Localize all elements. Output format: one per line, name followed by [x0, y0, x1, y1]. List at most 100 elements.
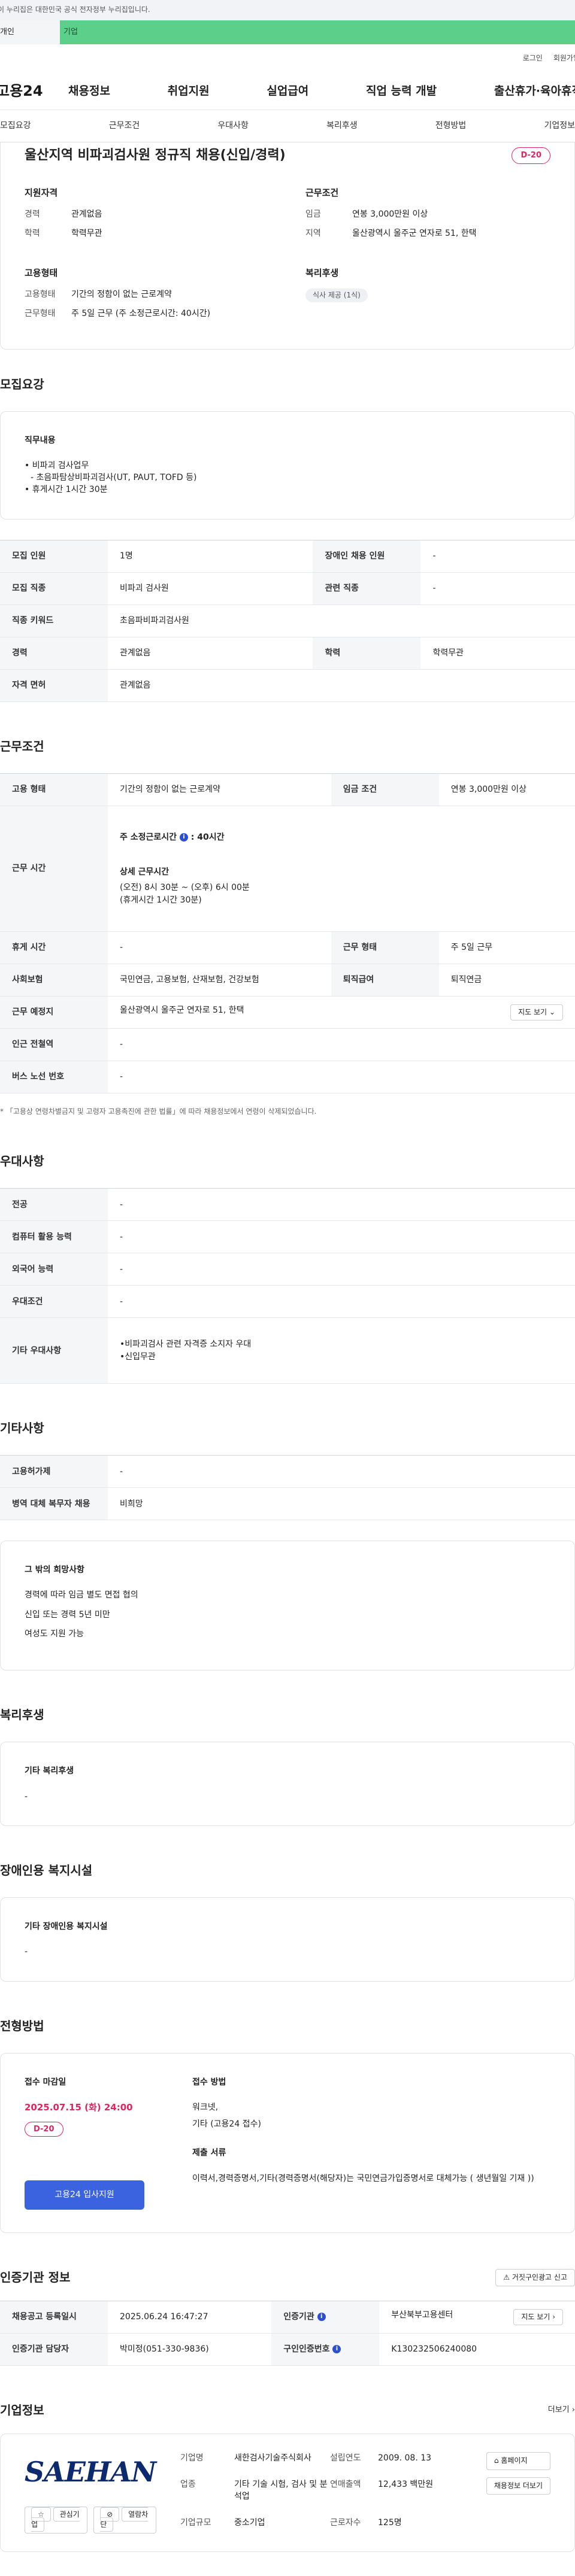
cond-value: 울산광역시 울주군 연자로 51, 한택 [352, 228, 477, 238]
business-tab-label: 기업 [63, 27, 78, 37]
pref-etc-line: •신입무관 [120, 1351, 156, 1362]
cell-value: - [108, 1220, 575, 1254]
section-title: 인증기관 정보 [0, 2270, 71, 2285]
info-icon[interactable]: i [179, 833, 188, 842]
login-link[interactable]: 로그인 [523, 53, 543, 63]
cell-key: 고용허가제 [0, 1455, 108, 1489]
cond-key: 지역 [305, 228, 321, 238]
site-logo[interactable]: 고용24 [0, 81, 68, 102]
work-time-detail: (오전) 8시 30분 ~ (오후) 6시 00분 [120, 883, 250, 893]
cell-value: 관계없음 [108, 637, 313, 670]
gnb-item-jobs[interactable]: 채용정보 [68, 83, 110, 100]
gnb-item-leave[interactable]: 출산휴가·육아휴직 [494, 83, 575, 100]
duty-title: 직무내용 [25, 435, 56, 445]
cell-value: 주 5일 근무 [438, 931, 575, 964]
method-title: 접수 방법 [192, 2077, 226, 2087]
org-cell: 부산북부고용센터 지도 보기 › [379, 2301, 575, 2334]
favorite-company-button[interactable]: ☆ 관심기업 [25, 2506, 88, 2534]
table-row: 우대조건 - [0, 1285, 575, 1319]
cell-value: 연봉 3,000만원 이상 [438, 773, 575, 806]
table-row: 채용공고 등록일시 2025.06.24 16:47:27 인증기관 i 부산북부… [0, 2301, 575, 2334]
table-row: 고용허가제 - [0, 1455, 575, 1489]
info-icon[interactable]: i [332, 2345, 341, 2354]
table-row: 컴퓨터 활용 능력 - [0, 1220, 575, 1254]
cell-key: 자격 면허 [0, 669, 108, 702]
company-jobs-button[interactable]: 채용정보 더보기 [486, 2477, 550, 2495]
info-icon[interactable]: i [317, 2313, 326, 2322]
emp-key: 근무형태 [25, 309, 56, 319]
agency-map-button[interactable]: 지도 보기 › [513, 2308, 563, 2326]
num-key-label: 구인인증번호 [283, 2344, 330, 2355]
recruit-table: 모집 인원 1명 장애인 채용 인원 - 모집 직종 비파괴 검사원 관련 직종 - 직… [0, 539, 575, 702]
map-button[interactable]: 지도 보기 ⌄ [510, 1004, 563, 1020]
welfare-title: 복리후생 [305, 268, 339, 279]
recruit-section: 모집요강 직무내용 • 비파괴 검사업무 - 초음파탐상비파괴검사(UT, PA… [0, 376, 575, 702]
tab-work[interactable]: 근무조건 [109, 120, 140, 132]
table-row: 병역 대체 복무자 채용 비희망 [0, 1487, 575, 1521]
block-company-button[interactable]: ⊘ 열람차단 [93, 2506, 156, 2534]
cell-key: 휴게 시간 [0, 931, 108, 964]
cell-value: - [108, 1285, 575, 1319]
org-value: 부산북부고용센터 [391, 2310, 453, 2320]
personal-tab[interactable]: 개인 [0, 20, 60, 44]
cell-value: 학력무관 [420, 637, 575, 670]
cond-key: 임금 [305, 209, 321, 219]
business-tab[interactable]: 기업 [60, 20, 575, 44]
signup-link[interactable]: 회원가입 [553, 53, 575, 63]
tab-recruit[interactable]: 모집요강 [0, 120, 31, 132]
cell-key: 학력 [313, 637, 421, 670]
qual-key: 경력 [25, 209, 40, 219]
gnb-item-unemployment[interactable]: 실업급여 [267, 83, 308, 100]
deadline-title: 접수 마감일 [25, 2077, 66, 2087]
table-row: 경력 관계없음 학력 학력무관 [0, 637, 575, 670]
table-row: 직종 키워드 초음파비파괴검사원 [0, 604, 575, 637]
table-row: 사회보험 국민연금, 고용보험, 산재보험, 건강보험 퇴직급여 퇴직연금 [0, 964, 575, 997]
cell-value: - [108, 931, 331, 964]
cell-value: - [108, 1061, 575, 1093]
gnb-menu: 채용정보 취업지원 실업급여 직업 능력 개발 출산휴가·육아휴직 [68, 83, 575, 100]
company-details: 기업명 새한검사기술주식회사 설립연도 2009. 08. 13 업종 기타 기술 시… [180, 2452, 462, 2533]
location-cell: 울산광역시 울주군 연자로 51, 한택 지도 보기 ⌄ [108, 996, 575, 1029]
apply-button[interactable]: 고용24 입사지원 [25, 2180, 144, 2210]
global-nav: 고용24 채용정보 취업지원 실업급여 직업 능력 개발 출산휴가·육아휴직 [0, 73, 575, 110]
welfare-box-value: - [25, 1791, 28, 1802]
cell-value: 국민연금, 고용보험, 산재보험, 건강보험 [108, 964, 331, 997]
other-wish-line: 여성도 지원 가능 [25, 1629, 84, 1639]
pref-table: 전공 - 컴퓨터 활용 능력 - 외국어 능력 - 우대조건 - 기타 우대사항 •비파… [0, 1188, 575, 1384]
more-label: 더보기 [547, 2405, 570, 2415]
cell-key: 우대조건 [0, 1285, 108, 1319]
duty-box: 직무내용 • 비파괴 검사업무 - 초음파탐상비파괴검사(UT, PAUT, T… [0, 411, 575, 520]
cell-key: 퇴직급여 [331, 964, 439, 997]
cell-key: 장애인 채용 인원 [313, 540, 421, 573]
emp-value: 주 5일 근무 (주 소정근로시간: 40시간) [71, 309, 211, 319]
tab-process[interactable]: 전형방법 [435, 120, 467, 132]
company-more-link[interactable]: 더보기 › [548, 2405, 575, 2416]
docs-title: 제출 서류 [192, 2148, 226, 2158]
duty-line: • 비파괴 검사업무 [25, 460, 89, 470]
cell-value: 기간의 정함이 없는 근로계약 [108, 773, 331, 806]
work-section: 근무조건 고용 형태 기간의 정함이 없는 근로계약 임금 조건 연봉 3,000만… [0, 738, 575, 1117]
table-row: 고용 형태 기간의 정함이 없는 근로계약 임금 조건 연봉 3,000만원 이상 [0, 773, 575, 806]
table-row: 인증기관 담당자 박미정(051-330-9836) 구인인증번호 i K1302… [0, 2333, 575, 2367]
table-row: 근무 예정지 울산광역시 울주군 연자로 51, 한택 지도 보기 ⌄ [0, 996, 575, 1029]
other-wish-box: 그 밖의 희망사항 경력에 따라 임금 별도 면접 협의 신입 또는 경력 5년… [0, 1541, 575, 1671]
report-button[interactable]: ⚠ 거짓구인광고 신고 [495, 2268, 575, 2287]
tab-pref[interactable]: 우대사항 [217, 120, 249, 132]
section-title: 전형방법 [0, 2018, 44, 2033]
cell-key: 구인인증번호 i [271, 2333, 380, 2367]
agency-table: 채용공고 등록일시 2025.06.24 16:47:27 인증기관 i 부산북부… [0, 2301, 575, 2367]
company-industry: 기타 기술 시험, 검사 및 분석업 [234, 2479, 328, 2502]
table-row: 근무 시간 주 소정근로시간 i : 40시간 상세 근무시간 (오전) 8시 … [0, 806, 575, 932]
tab-company[interactable]: 기업정보 [544, 120, 575, 132]
homepage-button[interactable]: ⌂ 홈페이지 [486, 2452, 550, 2470]
section-title: 장애인용 복지시설 [0, 1863, 93, 1878]
other-wish-line: 신입 또는 경력 5년 미만 [25, 1609, 110, 1620]
work-time-break: (휴게시간 1시간 30분) [120, 895, 202, 905]
gnb-item-training[interactable]: 직업 능력 개발 [366, 83, 437, 100]
gnb-item-employment-support[interactable]: 취업지원 [168, 83, 210, 100]
cell-value: - [108, 1455, 575, 1489]
cell-value: 2025.06.24 16:47:27 [108, 2301, 272, 2334]
cell-value: 관계없음 [108, 669, 575, 702]
cell-key: 컴퓨터 활용 능력 [0, 1220, 108, 1254]
tab-welfare[interactable]: 복리후생 [326, 120, 358, 132]
